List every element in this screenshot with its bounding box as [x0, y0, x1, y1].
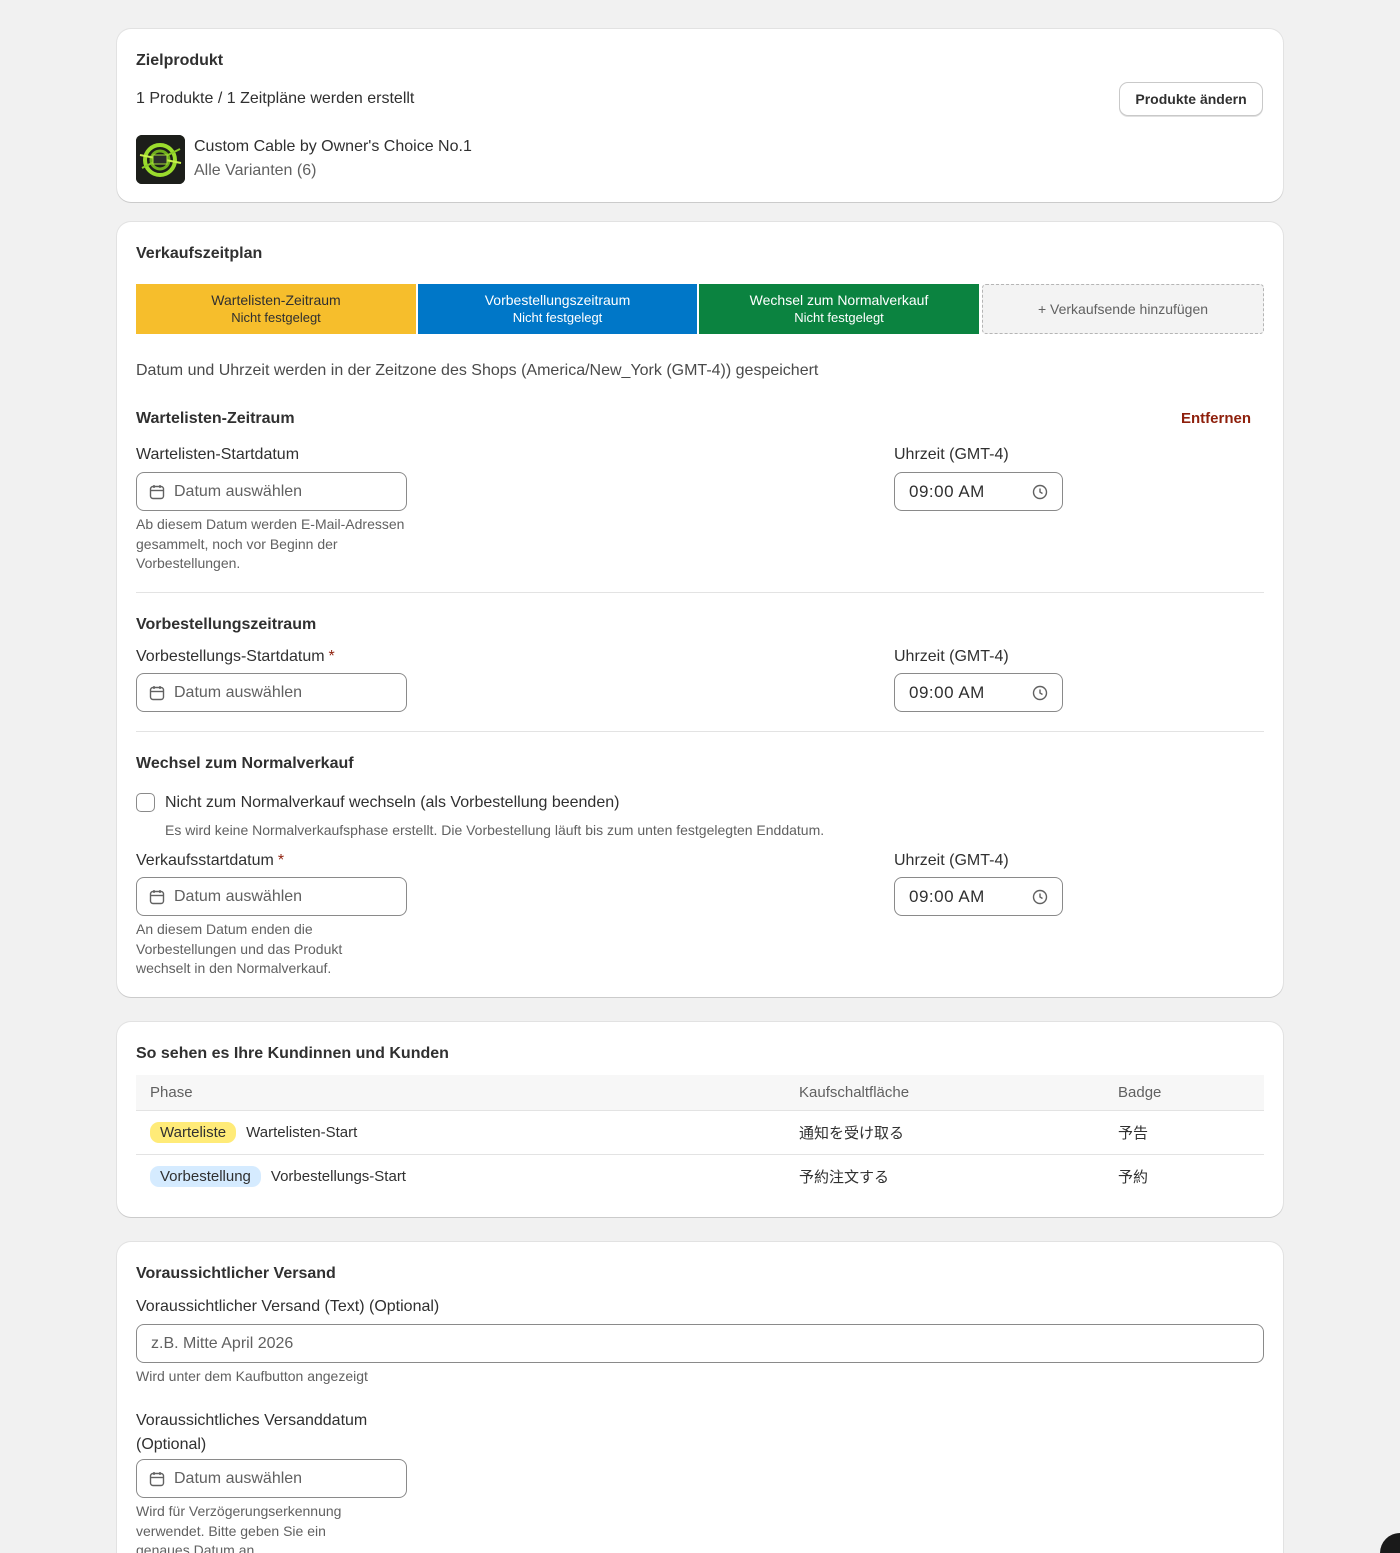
segment-label: Vorbestellungszeitraum [484, 292, 631, 308]
waitlist-time-label: Uhrzeit (GMT-4) [894, 446, 1009, 463]
phase-table: Phase Kaufschaltfläche Badge Warteliste W… [136, 1075, 1264, 1198]
sale-start-time-label: Uhrzeit (GMT-4) [894, 852, 1009, 869]
shipping-text-field[interactable]: z.B. Mitte April 2026 [136, 1324, 1264, 1363]
sale-start-time-field[interactable]: 09:00 AM [894, 877, 1063, 916]
timeline-segment-preorder[interactable]: Vorbestellungszeitraum Nicht festgelegt [418, 284, 697, 334]
customer-preview-card: So sehen es Ihre Kundinnen und Kunden Ph… [117, 1022, 1283, 1217]
time-value: 09:00 AM [909, 481, 985, 501]
segment-label: Wartelisten-Zeitraum [211, 292, 341, 308]
preorder-date-field[interactable]: Datum auswählen [136, 673, 407, 712]
required-marker: * [328, 648, 335, 665]
target-product-title: Zielprodukt [136, 52, 224, 69]
table-row: Vorbestellung Vorbestellungs-Start 予約注文する… [136, 1154, 1264, 1198]
time-value: 09:00 AM [909, 886, 985, 906]
shipping-text-placeholder: z.B. Mitte April 2026 [151, 1334, 294, 1352]
phase-badge-preorder: Vorbestellung [150, 1165, 261, 1187]
date-placeholder: Datum auswählen [174, 482, 303, 500]
timezone-note: Datum und Uhrzeit werden in der Zeitzone… [136, 362, 819, 379]
phase-name: Vorbestellungs-Start [270, 1167, 406, 1185]
calendar-icon [149, 1471, 165, 1486]
shipping-text-help: Wird unter dem Kaufbutton angezeigt [136, 1368, 368, 1384]
date-placeholder: Datum auswählen [174, 683, 303, 701]
clock-icon [1032, 685, 1048, 700]
calendar-icon [149, 685, 165, 700]
shipping-text-label: Voraussichtlicher Versand (Text) (Option… [136, 1298, 440, 1315]
window-corner [1380, 1533, 1400, 1553]
clock-icon [1032, 889, 1048, 904]
remove-waitlist-link[interactable]: Entfernen [1181, 410, 1251, 427]
no-normal-sale-help: Es wird keine Normalverkaufsphase erstel… [165, 822, 825, 838]
date-placeholder: Datum auswählen [174, 1469, 303, 1487]
sales-schedule-title: Verkaufszeitplan [136, 245, 263, 262]
normal-sale-section-title: Wechsel zum Normalverkauf [136, 755, 354, 772]
table-row: Warteliste Wartelisten-Start 通知を受け取る 予告 [136, 1110, 1264, 1155]
column-header: Badge [1104, 1075, 1264, 1111]
target-product-card: Zielprodukt 1 Produkte / 1 Zeitpläne wer… [117, 29, 1283, 202]
no-normal-sale-checkbox[interactable] [136, 793, 155, 812]
time-value: 09:00 AM [909, 682, 985, 702]
segment-label: Wechsel zum Normalverkauf [749, 292, 929, 308]
required-marker: * [277, 852, 285, 869]
waitlist-date-label: Wartelisten-Startdatum [136, 446, 300, 463]
preorder-time-label: Uhrzeit (GMT-4) [894, 648, 1009, 665]
column-header: Kaufschaltfläche [785, 1075, 1104, 1111]
preorder-date-label-text: Vorbestellungs-Startdatum [136, 648, 325, 665]
calendar-icon [149, 889, 165, 904]
shipping-date-field[interactable]: Datum auswählen [136, 1459, 407, 1498]
sale-start-date-label-text: Verkaufsstartdatum [136, 852, 274, 869]
add-sale-end-button[interactable]: + Verkaufsende hinzufügen [982, 284, 1264, 334]
waitlist-date-field[interactable]: Datum auswählen [136, 472, 407, 511]
no-normal-sale-label[interactable]: Nicht zum Normalverkauf wechseln (als Vo… [165, 794, 619, 812]
sale-start-date-field[interactable]: Datum auswählen [136, 877, 407, 916]
timeline-segment-normal-sale[interactable]: Wechsel zum Normalverkauf Nicht festgele… [699, 284, 979, 334]
product-variants: Alle Varianten (6) [194, 162, 317, 179]
product-thumbnail [136, 135, 185, 184]
preorder-time-field[interactable]: 09:00 AM [894, 673, 1063, 712]
shipping-card: Voraussichtlicher Versand Voraussichtlic… [117, 1242, 1283, 1553]
clock-icon [1032, 484, 1048, 499]
waitlist-section-title: Wartelisten-Zeitraum [136, 410, 295, 427]
section-divider [136, 731, 1264, 732]
column-header: Phase [136, 1075, 785, 1111]
date-placeholder: Datum auswählen [174, 887, 303, 905]
shipping-title: Voraussichtlicher Versand [136, 1265, 336, 1282]
waitlist-time-field[interactable]: 09:00 AM [894, 472, 1063, 511]
segment-status: Nicht festgelegt [512, 310, 603, 325]
target-summary: 1 Produkte / 1 Zeitpläne werden erstellt [136, 90, 415, 107]
product-name: Custom Cable by Owner's Choice No.1 [194, 138, 472, 155]
sale-start-date-help: An diesem Datum enden die Vorbestellunge… [136, 921, 343, 976]
button-text-cell: 通知を受け取る [785, 1110, 1104, 1155]
segment-status: Nicht festgelegt [231, 310, 321, 325]
calendar-icon [149, 484, 165, 499]
preorder-date-label: Vorbestellungs-Startdatum * [136, 648, 335, 666]
customer-preview-title: So sehen es Ihre Kundinnen und Kunden [136, 1045, 449, 1062]
badge-text-cell: 予告 [1104, 1110, 1264, 1155]
preorder-section-title: Vorbestellungszeitraum [136, 616, 317, 633]
section-divider [136, 592, 1264, 593]
sale-start-date-label: Verkaufsstartdatum * [136, 852, 284, 870]
change-products-button[interactable]: Produkte ändern [1119, 82, 1263, 116]
shipping-date-help: Wird für Verzögerungserkennung verwendet… [136, 1503, 342, 1553]
table-header-row: Phase Kaufschaltfläche Badge [136, 1075, 1264, 1111]
sales-schedule-card: Verkaufszeitplan Wartelisten-Zeitraum Ni… [117, 222, 1283, 997]
phase-badge-waitlist: Warteliste [150, 1121, 237, 1143]
segment-status: Nicht festgelegt [794, 310, 884, 325]
phase-name: Wartelisten-Start [246, 1123, 358, 1141]
badge-text-cell: 予約 [1118, 1168, 1149, 1186]
phase-cell: Warteliste Wartelisten-Start [136, 1110, 785, 1155]
waitlist-date-help: Ab diesem Datum werden E-Mail-Adressen g… [136, 516, 405, 571]
button-text-cell: 予約注文する [799, 1168, 890, 1186]
shipping-date-label: Voraussichtliches Versanddatum (Optional… [136, 1412, 368, 1453]
phase-cell: Vorbestellung Vorbestellungs-Start [136, 1154, 785, 1198]
timeline-segment-waitlist[interactable]: Wartelisten-Zeitraum Nicht festgelegt [136, 284, 416, 334]
